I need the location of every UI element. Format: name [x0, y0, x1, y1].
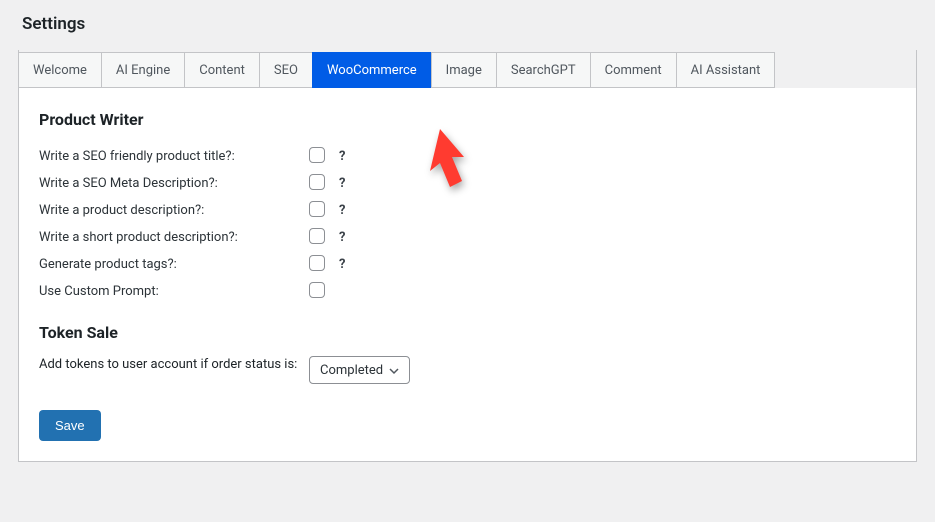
field-label-seo-meta: Write a SEO Meta Description?: — [39, 176, 309, 191]
tab-image[interactable]: Image — [431, 52, 497, 88]
checkbox-custom-prompt[interactable] — [309, 282, 325, 298]
token-sale-row: Add tokens to user account if order stat… — [39, 356, 896, 384]
token-sale-label: Add tokens to user account if order stat… — [39, 356, 309, 374]
checkbox-seo-meta[interactable] — [309, 174, 325, 190]
tab-welcome[interactable]: Welcome — [18, 52, 102, 88]
tab-ai-assistant[interactable]: AI Assistant — [676, 52, 776, 88]
tabs-bar: WelcomeAI EngineContentSEOWooCommerceIma… — [19, 50, 916, 88]
section-title-token-sale: Token Sale — [39, 323, 896, 342]
field-label-custom-prompt: Use Custom Prompt: — [39, 284, 309, 299]
field-label-prod-desc: Write a product description?: — [39, 203, 309, 218]
chevron-down-icon — [389, 365, 399, 375]
help-short-desc[interactable]: ? — [339, 230, 896, 245]
checkbox-short-desc[interactable] — [309, 228, 325, 244]
tab-content[interactable]: Content — [184, 52, 260, 88]
order-status-value: Completed — [320, 363, 383, 378]
tab-seo[interactable]: SEO — [259, 52, 313, 88]
tab-woocommerce[interactable]: WooCommerce — [312, 52, 432, 88]
tab-ai-engine[interactable]: AI Engine — [101, 52, 185, 88]
page-title: Settings — [0, 0, 935, 42]
help-seo-meta[interactable]: ? — [339, 176, 896, 191]
field-label-seo-title: Write a SEO friendly product title?: — [39, 149, 309, 164]
help-prod-tags[interactable]: ? — [339, 257, 896, 272]
field-row-prod-desc: Write a product description?:? — [39, 197, 896, 224]
checkbox-prod-desc[interactable] — [309, 201, 325, 217]
order-status-select[interactable]: Completed — [309, 356, 410, 384]
field-row-seo-title: Write a SEO friendly product title?:? — [39, 143, 896, 170]
checkbox-prod-tags[interactable] — [309, 255, 325, 271]
field-row-prod-tags: Generate product tags?:? — [39, 251, 896, 278]
field-row-short-desc: Write a short product description?:? — [39, 224, 896, 251]
help-prod-desc[interactable]: ? — [339, 203, 896, 218]
field-row-custom-prompt: Use Custom Prompt: — [39, 278, 896, 305]
product-writer-fields: Write a SEO friendly product title?:?Wri… — [39, 143, 896, 305]
tab-comment[interactable]: Comment — [590, 52, 677, 88]
field-label-short-desc: Write a short product description?: — [39, 230, 309, 245]
help-seo-title[interactable]: ? — [339, 149, 896, 164]
field-label-prod-tags: Generate product tags?: — [39, 257, 309, 272]
field-row-seo-meta: Write a SEO Meta Description?:? — [39, 170, 896, 197]
tab-searchgpt[interactable]: SearchGPT — [496, 52, 591, 88]
section-title-product-writer: Product Writer — [39, 110, 896, 129]
checkbox-seo-title[interactable] — [309, 147, 325, 163]
save-button[interactable]: Save — [39, 410, 101, 441]
panel-body: Product Writer Write a SEO friendly prod… — [19, 87, 916, 461]
settings-panel: WelcomeAI EngineContentSEOWooCommerceIma… — [18, 50, 917, 462]
